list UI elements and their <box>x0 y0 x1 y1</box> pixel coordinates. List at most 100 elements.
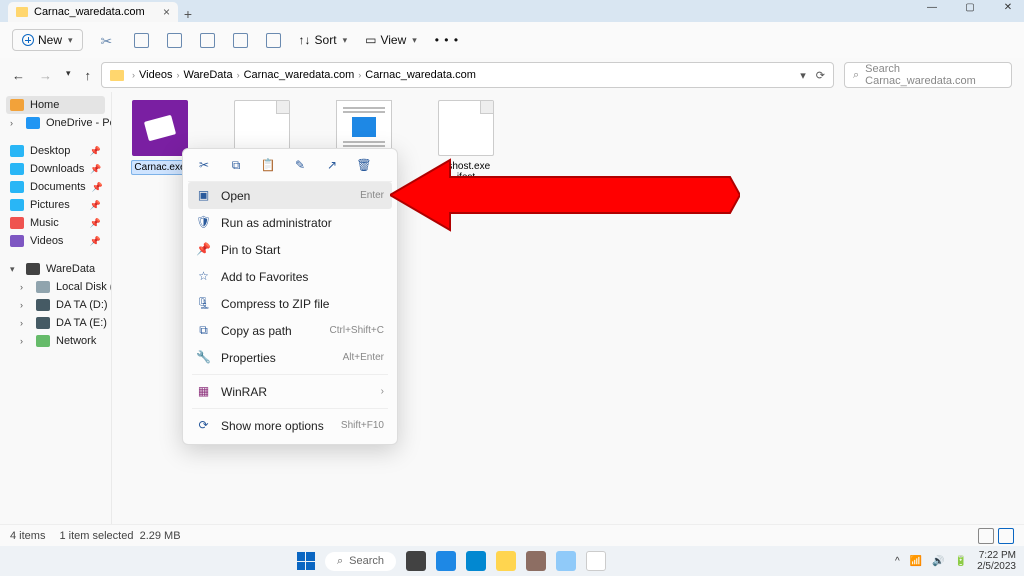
ctx-add-favorites[interactable]: ☆Add to Favorites <box>188 263 392 290</box>
cut-icon[interactable]: ✂ <box>196 158 212 173</box>
sidebar-documents[interactable]: Documents📌 <box>6 178 105 196</box>
sidebar-waredata[interactable]: ▾WareData <box>6 260 105 278</box>
new-tab-button[interactable]: + <box>178 6 198 22</box>
search-icon: ⌕ <box>853 69 859 82</box>
context-action-bar: ✂ ⧉ 📋 ✎ ↗ 🗑 <box>188 154 392 182</box>
crumb-carnac1[interactable]: Carnac_waredata.com <box>244 69 355 81</box>
share-icon[interactable] <box>233 33 248 48</box>
ctx-run-as-admin[interactable]: 🛡Run as administrator <box>188 209 392 236</box>
crumb-waredata[interactable]: WareData <box>183 69 232 81</box>
crumb-carnac2[interactable]: Carnac_waredata.com <box>365 69 476 81</box>
volume-icon[interactable]: 🔊 <box>932 556 944 567</box>
chevron-right-icon: › <box>20 282 28 292</box>
app-icon[interactable] <box>466 551 486 571</box>
sidebar-drive-e[interactable]: ›DA TA (E:) <box>6 314 105 332</box>
explorer-icon[interactable] <box>496 551 516 571</box>
crumb-videos[interactable]: Videos <box>139 69 172 81</box>
ctx-compress-zip[interactable]: 🗜Compress to ZIP file <box>188 290 392 317</box>
properties-icon: 🔧 <box>196 350 211 365</box>
toolbar: New ▾ ✂ ↑↓ Sort▾ ▭ View▾ • • • <box>0 22 1024 58</box>
tab-title: Carnac_waredata.com <box>34 6 145 18</box>
folder-icon <box>110 70 124 81</box>
app-icon[interactable] <box>526 551 546 571</box>
new-button[interactable]: New ▾ <box>12 29 83 51</box>
minimize-icon[interactable]: — <box>922 2 942 13</box>
close-tab-icon[interactable]: × <box>163 5 170 19</box>
file-label: Carnac.exe <box>131 160 188 175</box>
file-icon <box>438 100 494 156</box>
sidebar-music[interactable]: Music📌 <box>6 214 105 232</box>
sidebar-desktop[interactable]: Desktop📌 <box>6 142 105 160</box>
delete-icon[interactable] <box>266 33 281 48</box>
address-row: ← → ▾ ↑ › Videos › WareData › Carnac_war… <box>0 58 1024 92</box>
battery-icon[interactable]: 🔋 <box>955 556 967 567</box>
sort-button[interactable]: ↑↓ Sort▾ <box>299 33 348 47</box>
window-controls: — ▢ ✕ <box>922 2 1018 13</box>
browser-tab[interactable]: Carnac_waredata.com × <box>8 2 178 22</box>
back-icon[interactable]: ← <box>12 68 25 83</box>
paste-icon[interactable]: 📋 <box>260 158 276 173</box>
wifi-icon[interactable]: 📶 <box>910 556 922 567</box>
details-view-icon[interactable] <box>978 528 994 544</box>
sidebar-home[interactable]: Home <box>6 96 105 114</box>
clock[interactable]: 7:22 PM2/5/2023 <box>977 550 1016 572</box>
sidebar-network[interactable]: ›Network <box>6 332 105 350</box>
chevron-right-icon: › <box>20 300 28 310</box>
ctx-winrar[interactable]: ▦WinRAR› <box>188 378 392 405</box>
chrome-icon[interactable] <box>586 551 606 571</box>
ctx-show-more[interactable]: ⟳Show more optionsShift+F10 <box>188 412 392 439</box>
chevron-down-icon[interactable]: ▾ <box>66 68 71 83</box>
desktop-icon <box>10 145 24 157</box>
selection-info: 1 item selected 2.29 MB <box>59 530 180 542</box>
taskview-icon[interactable] <box>406 551 426 571</box>
close-icon[interactable]: ✕ <box>998 2 1018 13</box>
pictures-icon <box>10 199 24 211</box>
search-icon: ⌕ <box>337 555 343 568</box>
ctx-open[interactable]: ▣OpenEnter <box>188 182 392 209</box>
view-button[interactable]: ▭ View▾ <box>365 33 417 47</box>
start-button[interactable] <box>297 552 315 570</box>
refresh-icon[interactable]: ⟳ <box>816 69 825 82</box>
new-label: New <box>38 33 62 47</box>
chevron-up-icon[interactable]: ^ <box>895 556 900 567</box>
copy-icon[interactable]: ⧉ <box>228 158 244 173</box>
open-icon: ▣ <box>196 188 211 203</box>
tabs-bar: Carnac_waredata.com × + <box>0 0 1024 22</box>
pin-icon: 📌 <box>90 164 101 175</box>
more-button[interactable]: • • • <box>435 33 459 47</box>
status-bar: 4 items 1 item selected 2.29 MB <box>0 524 1024 546</box>
icons-view-icon[interactable] <box>998 528 1014 544</box>
chevron-right-icon: › <box>381 386 384 397</box>
search-input[interactable]: ⌕ Search Carnac_waredata.com <box>844 62 1012 88</box>
sidebar-pictures[interactable]: Pictures📌 <box>6 196 105 214</box>
cut-icon[interactable]: ✂ <box>101 33 116 48</box>
up-icon[interactable]: ↑ <box>85 68 92 83</box>
delete-icon[interactable]: 🗑 <box>356 158 372 173</box>
sidebar-downloads[interactable]: Downloads📌 <box>6 160 105 178</box>
taskbar-search[interactable]: ⌕Search <box>325 552 396 571</box>
documents-icon <box>10 181 24 193</box>
pc-icon <box>26 263 40 275</box>
share-icon[interactable]: ↗ <box>324 158 340 173</box>
rename-icon[interactable] <box>200 33 215 48</box>
ctx-copy-path[interactable]: ⧉Copy as pathCtrl+Shift+C <box>188 317 392 344</box>
app-icon[interactable] <box>556 551 576 571</box>
sidebar-videos[interactable]: Videos📌 <box>6 232 105 250</box>
copy-icon[interactable] <box>134 33 149 48</box>
chevron-right-icon: › <box>10 118 18 128</box>
forward-icon[interactable]: → <box>39 68 52 83</box>
rename-icon[interactable]: ✎ <box>292 158 308 173</box>
maximize-icon[interactable]: ▢ <box>960 2 980 13</box>
address-bar[interactable]: › Videos › WareData › Carnac_waredata.co… <box>101 62 834 88</box>
disk-icon <box>36 317 50 329</box>
download-icon <box>10 163 24 175</box>
sidebar-drive-c[interactable]: ›Local Disk (C:) <box>6 278 105 296</box>
ctx-pin-start[interactable]: 📌Pin to Start <box>188 236 392 263</box>
pin-icon: 📌 <box>90 200 101 211</box>
chevron-down-icon[interactable]: ▾ <box>800 69 806 82</box>
ctx-properties[interactable]: 🔧PropertiesAlt+Enter <box>188 344 392 371</box>
sidebar-onedrive[interactable]: ›OneDrive - Persona <box>6 114 105 132</box>
sidebar-drive-d[interactable]: ›DA TA (D:) <box>6 296 105 314</box>
paste-icon[interactable] <box>167 33 182 48</box>
edge-icon[interactable] <box>436 551 456 571</box>
